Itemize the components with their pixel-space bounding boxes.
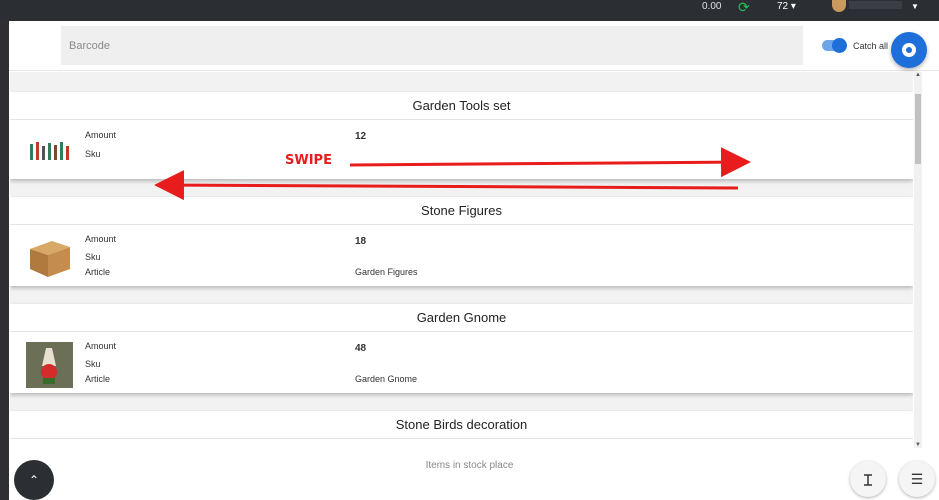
chevron-up-icon: ⌃ xyxy=(28,473,40,487)
arrow-right xyxy=(349,147,751,178)
menu-button[interactable]: ☰ xyxy=(899,461,935,497)
text-cursor-icon xyxy=(864,474,872,487)
align-button[interactable] xyxy=(850,461,886,497)
hamburger-icon: ☰ xyxy=(910,471,924,487)
scroll-top-button[interactable]: ⌃ xyxy=(14,460,54,500)
swipe-label: SWIPE xyxy=(285,153,332,168)
arrow-left xyxy=(154,170,739,201)
swipe-annotation xyxy=(154,147,751,201)
footer-status: Items in stock place xyxy=(425,460,514,471)
